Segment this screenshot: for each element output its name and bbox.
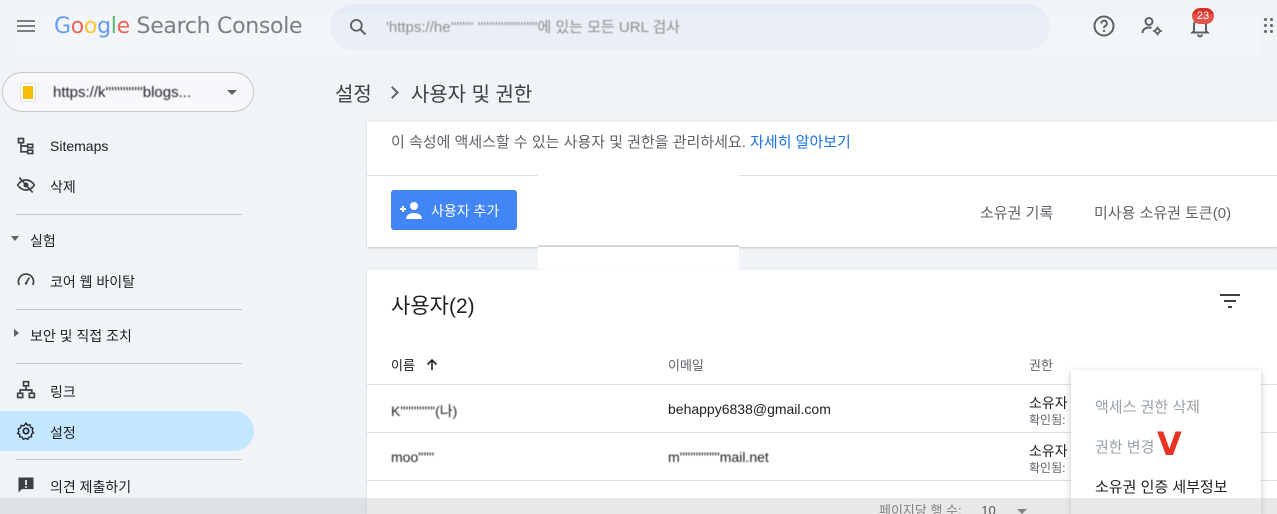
apps-grid-icon[interactable] xyxy=(1264,18,1276,34)
gear-icon xyxy=(16,421,35,441)
manage-users-icon[interactable] xyxy=(1140,14,1164,38)
sidebar-group-label: 실험 xyxy=(30,233,56,249)
user-actions-menu: 액세스 권한 삭제 권한 변경 V 소유권 인증 세부정보 xyxy=(1071,370,1261,514)
sidebar-divider xyxy=(16,214,242,215)
sidebar-group-label: 보안 및 직접 조치 xyxy=(30,328,132,344)
user-email: m'''''''''''''''mail.net xyxy=(668,449,769,465)
sidebar-item-removals[interactable]: 삭제 xyxy=(0,165,254,205)
check-annotation-mark: V xyxy=(1157,425,1182,463)
user-email: behappy6838@gmail.com xyxy=(668,401,831,417)
expand-right-icon xyxy=(14,329,19,337)
filter-icon[interactable] xyxy=(1219,292,1241,310)
feedback-icon xyxy=(18,477,34,493)
sidebar-item-settings[interactable]: 설정 xyxy=(0,411,254,451)
sidebar-item-core-web-vitals[interactable]: 코어 웹 바이탈 xyxy=(0,260,254,300)
search-icon xyxy=(350,19,367,36)
permissions-header-card: 이 속성에 액세스할 수 있는 사용자 및 권한을 관리하세요. 자세히 알아보… xyxy=(367,122,1277,247)
user-name: moo'''''' xyxy=(391,449,435,465)
app-logo[interactable]: Google Search Console xyxy=(54,14,303,39)
sidebar-item-submit-feedback[interactable]: 의견 제출하기 xyxy=(0,465,254,505)
verification-status: 확인됨: xyxy=(1029,461,1066,475)
unused-ownership-tokens-link[interactable]: 미사용 소유권 토큰(0) xyxy=(1094,202,1231,223)
sidebar-item-label: 링크 xyxy=(50,384,76,400)
ownership-history-link[interactable]: 소유권 기록 xyxy=(980,202,1053,223)
sidebar-item-label: Sitemaps xyxy=(50,138,109,154)
chevron-right-icon xyxy=(385,86,399,99)
google-wordmark: Google xyxy=(54,14,130,39)
expand-down-icon xyxy=(11,236,19,241)
sidebar-item-links[interactable]: 링크 xyxy=(0,370,254,410)
rows-per-page-select[interactable]: 10 xyxy=(981,503,995,514)
sidebar-divider xyxy=(16,309,242,310)
product-name: Search Console xyxy=(136,14,303,39)
property-url: https://k'''''''''''''blogs... xyxy=(53,84,192,101)
column-header-permission[interactable]: 권한 xyxy=(1029,355,1053,374)
page-title: 사용자 및 권한 xyxy=(410,84,533,106)
chevron-down-icon xyxy=(227,90,237,95)
add-user-button[interactable]: 사용자 추가 xyxy=(391,190,517,230)
users-table-title: 사용자(2) xyxy=(391,295,475,318)
person-add-icon xyxy=(400,202,422,219)
user-name: K'''''''''''''(나) xyxy=(391,403,458,419)
sitemap-icon xyxy=(17,137,34,155)
help-icon[interactable] xyxy=(1092,14,1116,38)
sidebar-group-experiments[interactable]: 실험 xyxy=(0,222,254,258)
main-menu-button[interactable] xyxy=(14,14,38,38)
user-permission: 소유자 xyxy=(1029,443,1068,459)
verification-status: 확인됨: xyxy=(1029,413,1066,427)
sidebar-item-label: 설정 xyxy=(50,425,76,441)
search-input[interactable] xyxy=(386,14,1026,40)
property-favicon-icon xyxy=(21,84,35,101)
sidebar-group-security[interactable]: 보안 및 직접 조치 xyxy=(0,317,254,353)
rows-per-page-label: 페이지당 행 수: xyxy=(879,503,962,514)
sidebar-divider xyxy=(16,363,242,364)
card-divider xyxy=(367,175,1277,176)
url-inspection-search[interactable] xyxy=(330,4,1050,50)
user-permission: 소유자 xyxy=(1029,395,1068,411)
menu-item-change-permission[interactable]: 권한 변경 xyxy=(1095,436,1154,457)
breadcrumb-parent[interactable]: 설정 xyxy=(335,78,372,107)
add-user-label: 사용자 추가 xyxy=(431,203,500,219)
eye-off-icon xyxy=(16,176,36,194)
column-header-email[interactable]: 이메일 xyxy=(668,355,704,374)
pagination: 페이지당 행 수: 10 xyxy=(879,500,1028,514)
permissions-description: 이 속성에 액세스할 수 있는 사용자 및 권한을 관리하세요. 자세히 알아보… xyxy=(391,134,851,151)
menu-item-ownership-verification-details[interactable]: 소유권 인증 세부정보 xyxy=(1095,476,1228,497)
menu-item-remove-access[interactable]: 액세스 권한 삭제 xyxy=(1095,396,1200,417)
top-app-bar: Google Search Console 23 xyxy=(0,0,1277,56)
column-header-name[interactable]: 이름 xyxy=(391,355,439,374)
breadcrumb: 설정 사용자 및 권한 xyxy=(335,78,532,107)
learn-more-link[interactable]: 자세히 알아보기 xyxy=(750,134,851,151)
speed-gauge-icon xyxy=(17,273,35,286)
sidebar-item-label: 의견 제출하기 xyxy=(50,479,132,495)
sidebar-item-sitemaps[interactable]: Sitemaps xyxy=(0,126,254,166)
sidebar-divider xyxy=(16,459,242,460)
chevron-down-icon[interactable] xyxy=(1017,509,1028,514)
sidebar-item-label: 삭제 xyxy=(50,179,76,195)
notification-count-badge: 23 xyxy=(1192,8,1214,24)
sidebar-item-label: 코어 웹 바이탈 xyxy=(50,274,136,290)
links-icon xyxy=(16,380,36,399)
screenshot-artifact-band xyxy=(538,175,739,270)
property-selector[interactable]: https://k'''''''''''''blogs... xyxy=(2,72,254,112)
sort-ascending-icon xyxy=(426,358,437,370)
